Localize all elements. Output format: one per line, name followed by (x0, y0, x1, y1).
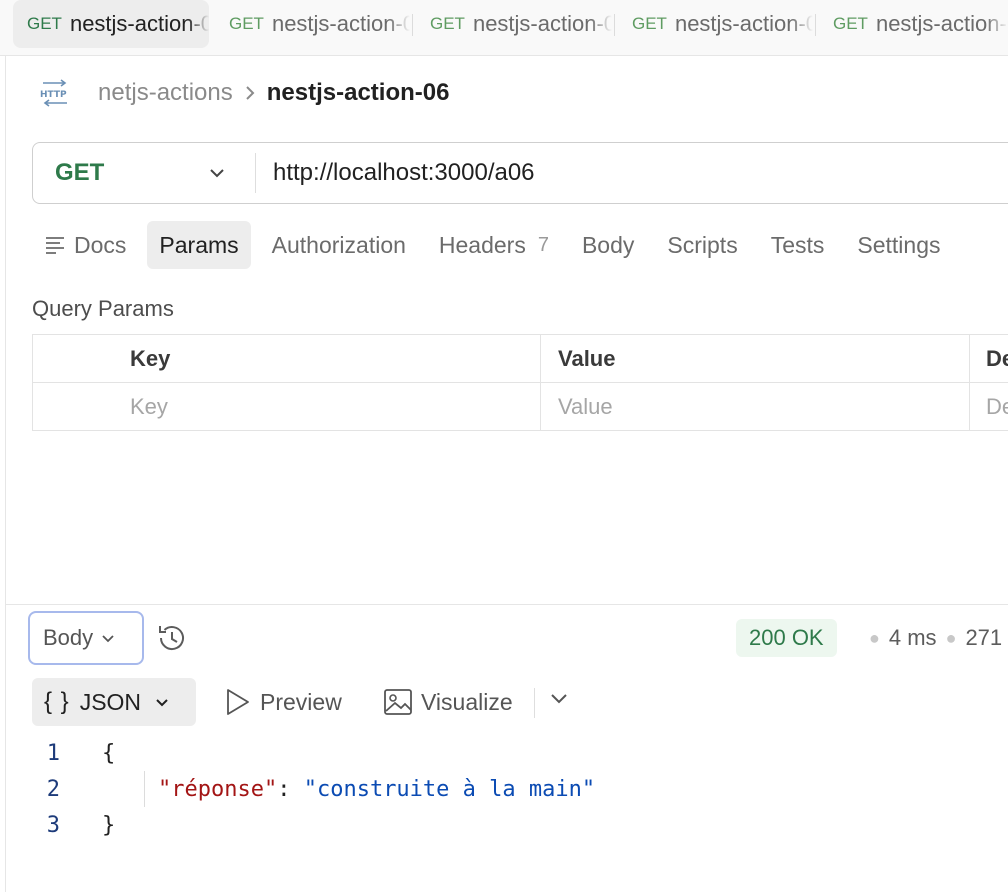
param-key-input[interactable]: Key (32, 382, 541, 431)
table-row: Key Value Description (32, 382, 1008, 431)
request-tab[interactable]: GET nestjs-action-06 (13, 0, 209, 48)
preview-label: Preview (260, 688, 342, 715)
tab-settings[interactable]: Settings (845, 221, 952, 269)
chevron-down-icon (210, 169, 224, 178)
toolbar-divider (534, 688, 535, 718)
request-tab-bar: GET nestjs-action-06 GET nestjs-action-0… (0, 0, 1008, 56)
json-brace: } (102, 812, 116, 838)
tab-method: GET (430, 13, 465, 33)
table-header-row: Key Value Description (32, 334, 1008, 383)
method-select[interactable]: GET (33, 143, 255, 203)
play-icon (227, 689, 249, 715)
line-number: 1 (46, 740, 60, 766)
chevron-down-icon (156, 698, 168, 706)
line-number: 3 (46, 812, 60, 838)
format-select[interactable]: { } JSON (32, 678, 196, 726)
history-icon[interactable] (155, 621, 189, 655)
tab-body[interactable]: Body (570, 221, 646, 269)
response-view-label: Body (43, 625, 94, 650)
json-brace: { (102, 740, 116, 766)
column-header-key: Key (32, 334, 541, 383)
query-params-table: Key Value Description Key Value Descript… (32, 334, 1008, 431)
response-body-code[interactable]: 1 { 2 "réponse" : "construite à la main"… (32, 735, 992, 843)
docs-icon (46, 237, 64, 254)
chevron-right-icon (243, 83, 257, 103)
http-icon: HTTP (40, 79, 67, 107)
json-key: "réponse" (158, 776, 278, 802)
json-string-value: "construite à la main" (303, 776, 596, 802)
request-tab[interactable]: GET nestjs-action-02 (819, 0, 1008, 47)
tab-scripts[interactable]: Scripts (655, 221, 749, 269)
tab-method: GET (27, 14, 62, 33)
svg-text:HTTP: HTTP (40, 90, 67, 100)
tab-label: Body (581, 231, 635, 258)
request-sub-tabs: Docs Params Authorization Headers 7 Body… (32, 221, 962, 269)
column-header-description: Description (969, 334, 1008, 383)
request-tab[interactable]: GET nestjs-action-05 (215, 0, 410, 47)
tab-label: Headers (438, 231, 526, 258)
method-value: GET (55, 159, 105, 186)
response-meta: ● 4 ms ● 271 B (860, 619, 1008, 657)
tab-headers[interactable]: Headers 7 (427, 221, 561, 269)
breadcrumb-collection[interactable]: netjs-actions (98, 79, 233, 107)
breadcrumb: HTTP netjs-actions nestjs-action-06 (38, 74, 449, 112)
image-icon (384, 689, 412, 715)
tab-divider (815, 14, 816, 36)
response-divider[interactable] (6, 604, 1008, 605)
chevron-down-icon[interactable] (549, 692, 569, 706)
response-time[interactable]: 4 ms (889, 625, 937, 651)
chevron-down-icon (102, 634, 114, 642)
tab-method: GET (632, 13, 667, 33)
request-tab[interactable]: GET nestjs-action-04 (416, 0, 612, 47)
tab-label: Docs (74, 231, 127, 258)
separator-dot: ● (869, 627, 880, 648)
column-header-value: Value (540, 334, 970, 383)
tab-divider (412, 14, 413, 36)
code-line: 3 } (32, 807, 992, 843)
pane-border (5, 56, 6, 892)
breadcrumb-request-name[interactable]: nestjs-action-06 (267, 79, 450, 107)
indent-guide (144, 771, 145, 807)
code-line: 1 { (32, 735, 992, 771)
line-number: 2 (46, 776, 60, 802)
postman-request-view: GET nestjs-action-06 GET nestjs-action-0… (0, 0, 1008, 892)
tab-docs[interactable]: Docs (32, 221, 138, 269)
visualize-button[interactable]: Visualize (383, 684, 513, 720)
tab-label: Tests (770, 231, 825, 258)
url-bar: GET (32, 142, 1008, 204)
param-value-input[interactable]: Value (540, 382, 970, 431)
response-view-select[interactable]: Body (28, 611, 144, 665)
tab-label: Authorization (271, 231, 406, 258)
preview-button[interactable]: Preview (224, 684, 342, 720)
headers-count-badge: 7 (537, 233, 549, 256)
response-size[interactable]: 271 B (965, 625, 1008, 651)
url-input[interactable] (256, 158, 1008, 188)
tab-tests[interactable]: Tests (759, 221, 837, 269)
tab-label: Params (159, 231, 239, 258)
query-params-title: Query Params (32, 296, 174, 321)
tab-label: Settings (857, 231, 941, 258)
visualize-label: Visualize (421, 688, 513, 715)
format-label: JSON (79, 688, 142, 715)
tab-authorization[interactable]: Authorization (260, 221, 418, 269)
tab-method: GET (229, 13, 264, 33)
param-description-input[interactable]: Description (969, 382, 1008, 431)
tab-divider (614, 14, 615, 36)
code-line: 2 "réponse" : "construite à la main" (32, 771, 992, 807)
separator-dot: ● (945, 627, 957, 648)
tab-label: Scripts (667, 231, 738, 258)
tab-method: GET (833, 13, 868, 33)
tab-params[interactable]: Params (147, 221, 251, 269)
status-badge[interactable]: 200 OK (736, 619, 837, 657)
request-tab[interactable]: GET nestjs-action-03 (618, 0, 813, 47)
json-braces-icon: { } (44, 688, 70, 715)
json-colon: : (277, 776, 304, 802)
